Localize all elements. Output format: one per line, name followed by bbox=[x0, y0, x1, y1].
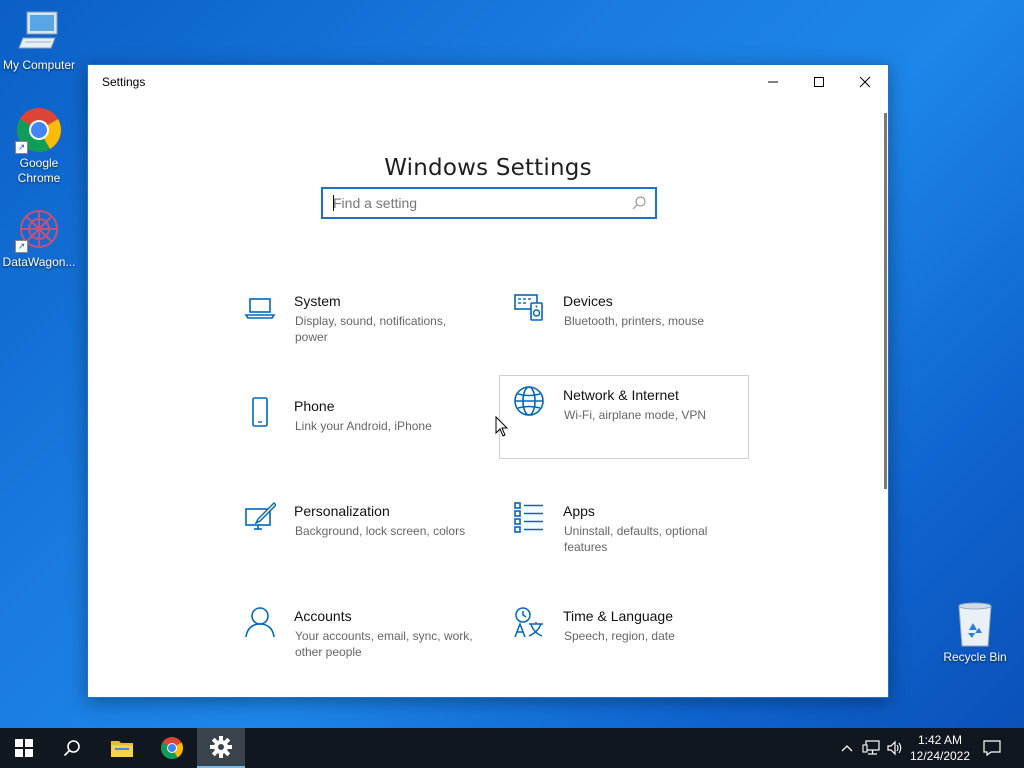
search-box[interactable] bbox=[321, 187, 657, 219]
windows-logo-icon bbox=[15, 739, 33, 757]
start-button[interactable] bbox=[0, 728, 48, 768]
search-input[interactable] bbox=[323, 189, 623, 217]
folder-icon bbox=[111, 741, 133, 757]
settings-window: Settings Windows Settings Find a setting… bbox=[87, 64, 889, 698]
phone-icon bbox=[252, 397, 268, 427]
mouse-cursor-icon bbox=[495, 416, 509, 437]
gear-icon bbox=[210, 736, 232, 758]
globe-icon bbox=[514, 386, 544, 416]
action-center-button[interactable] bbox=[978, 728, 1006, 768]
devices-icon bbox=[514, 294, 543, 321]
desktop-icon-my-computer[interactable]: My Computer bbox=[0, 8, 78, 73]
category-name: Accounts bbox=[294, 608, 352, 624]
scrollbar[interactable] bbox=[884, 113, 887, 489]
datawagon-icon: ↗ bbox=[15, 205, 63, 253]
minimize-button[interactable] bbox=[750, 65, 796, 99]
clock-time: 1:42 AM bbox=[917, 733, 963, 747]
category-time-language[interactable]: Time & Language Speech, region, date bbox=[499, 596, 749, 680]
network-tray-button[interactable] bbox=[860, 728, 882, 768]
text-caret bbox=[333, 195, 334, 211]
category-description: Your accounts, email, sync, work, other … bbox=[295, 629, 473, 659]
window-controls bbox=[750, 65, 888, 99]
category-apps[interactable]: Apps Uninstall, defaults, optional featu… bbox=[499, 491, 749, 575]
category-personalization[interactable]: Personalization Background, lock screen,… bbox=[230, 491, 480, 575]
settings-content: Windows Settings System Display, sound, … bbox=[88, 99, 888, 697]
category-name: Apps bbox=[563, 503, 595, 519]
search-icon bbox=[632, 196, 646, 210]
settings-taskbar-button[interactable] bbox=[197, 728, 245, 768]
chrome-icon bbox=[161, 737, 183, 759]
notification-icon bbox=[983, 740, 1001, 756]
category-description: Wi-Fi, airplane mode, VPN bbox=[564, 408, 707, 422]
search-icon bbox=[63, 740, 80, 757]
desktop-icon-label: My Computer bbox=[2, 58, 76, 72]
category-name: Personalization bbox=[294, 503, 390, 519]
taskbar: 1:42 AM 12/24/2022 bbox=[0, 728, 1024, 768]
category-description: Display, sound, notifications, power bbox=[295, 314, 447, 344]
category-network-internet[interactable]: Network & Internet Wi-Fi, airplane mode,… bbox=[499, 375, 749, 459]
category-accounts[interactable]: Accounts Your accounts, email, sync, wor… bbox=[230, 596, 480, 680]
maximize-icon bbox=[814, 77, 824, 87]
shortcut-arrow-icon: ↗ bbox=[15, 240, 28, 253]
category-system[interactable]: System Display, sound, notifications, po… bbox=[230, 281, 480, 365]
personalization-icon bbox=[245, 502, 276, 530]
computer-icon bbox=[15, 8, 63, 56]
category-description: Background, lock screen, colors bbox=[295, 524, 466, 538]
close-button[interactable] bbox=[842, 65, 888, 99]
category-name: Network & Internet bbox=[563, 387, 679, 403]
category-name: Devices bbox=[563, 293, 613, 309]
network-icon bbox=[862, 740, 880, 755]
window-title: Settings bbox=[102, 75, 146, 89]
desktop-icon-google-chrome[interactable]: ↗ Google Chrome bbox=[0, 106, 78, 186]
apps-icon bbox=[514, 502, 543, 533]
clock-date: 12/24/2022 bbox=[909, 749, 971, 763]
desktop-icon-label: Recycle Bin bbox=[943, 650, 1007, 664]
desktop-icon-datawagon[interactable]: ↗ DataWagon... bbox=[0, 205, 78, 270]
chevron-up-icon bbox=[841, 745, 853, 752]
taskbar-search-button[interactable] bbox=[48, 728, 96, 768]
time-language-icon bbox=[514, 607, 543, 638]
shortcut-arrow-icon: ↗ bbox=[15, 141, 28, 154]
close-icon bbox=[859, 76, 871, 88]
category-description: Bluetooth, printers, mouse bbox=[564, 314, 705, 328]
recycle-bin-icon bbox=[951, 600, 999, 648]
category-devices[interactable]: Devices Bluetooth, printers, mouse bbox=[499, 281, 749, 365]
desktop-icon-label: DataWagon... bbox=[2, 255, 76, 269]
category-description: Speech, region, date bbox=[564, 629, 675, 643]
category-name: Time & Language bbox=[563, 608, 673, 624]
laptop-icon bbox=[244, 298, 276, 319]
category-phone[interactable]: Phone Link your Android, iPhone bbox=[230, 386, 480, 470]
category-description: Uninstall, defaults, optional features bbox=[564, 524, 708, 554]
person-icon bbox=[245, 607, 275, 638]
taskbar-clock[interactable]: 1:42 AM 12/24/2022 bbox=[908, 732, 972, 764]
chrome-taskbar-button[interactable] bbox=[148, 728, 196, 768]
speaker-icon bbox=[887, 740, 902, 756]
file-explorer-button[interactable] bbox=[98, 728, 146, 768]
page-title: Windows Settings bbox=[384, 155, 592, 181]
show-hidden-icons-button[interactable] bbox=[838, 728, 856, 768]
maximize-button[interactable] bbox=[796, 65, 842, 99]
category-name: Phone bbox=[294, 398, 335, 414]
title-bar[interactable]: Settings bbox=[88, 65, 888, 99]
chrome-icon: ↗ bbox=[15, 106, 63, 154]
category-name: System bbox=[294, 293, 341, 309]
category-description: Link your Android, iPhone bbox=[295, 419, 432, 433]
volume-tray-button[interactable] bbox=[884, 728, 906, 768]
minimize-icon bbox=[768, 81, 778, 83]
desktop-icon-label: Google Chrome bbox=[17, 156, 61, 185]
desktop-icon-recycle-bin[interactable]: Recycle Bin bbox=[936, 600, 1014, 665]
